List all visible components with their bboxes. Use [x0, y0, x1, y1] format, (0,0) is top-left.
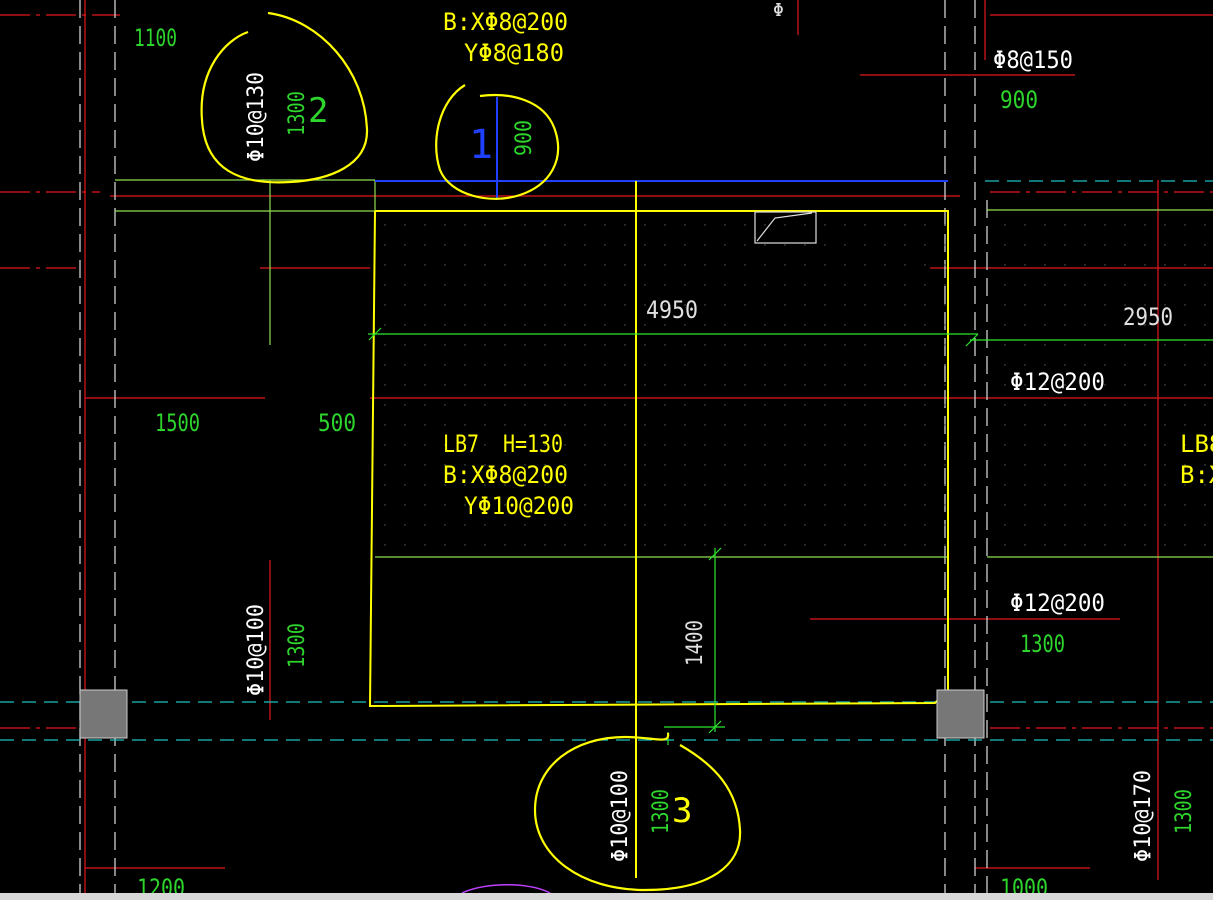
top-slab-b-y: YΦ8@180	[464, 39, 564, 67]
slab-hatch-main	[375, 212, 948, 557]
magenta-arc	[461, 884, 551, 894]
annotation-number-3: 3	[672, 791, 692, 831]
main-span-dim: 4950	[646, 296, 698, 324]
dim-label-1: 900	[512, 120, 537, 156]
main-slab-name: LB7 H=130	[443, 430, 563, 458]
right-lower-dim: 1300	[1172, 789, 1197, 834]
right-rebar-top: Φ12@200	[1010, 368, 1105, 396]
column-left	[79, 689, 128, 739]
main-vert-dim: 1400	[683, 620, 708, 666]
right-rebar-bottom: Φ12@200	[1010, 589, 1105, 617]
dim-500: 500	[318, 409, 356, 437]
status-bar	[0, 893, 1213, 900]
top-slab-b-x: B:XΦ8@200	[443, 8, 568, 36]
dim-1100: 1100	[134, 24, 177, 52]
left-mid-dim: 1300	[285, 623, 310, 668]
dim-label-2: 1300	[285, 91, 310, 136]
main-slab-b-y: YΦ10@200	[464, 492, 574, 520]
annotation-number-1: 1	[469, 122, 493, 168]
annotation-number-2: 2	[308, 91, 328, 131]
right-lower-rebar: Φ10@170	[1131, 770, 1156, 862]
main-slab-b-x: B:XΦ8@200	[443, 461, 568, 489]
rebar-label-3: Φ10@100	[608, 770, 633, 862]
right-slab-name: LB8	[1180, 430, 1213, 458]
left-mid-rebar: Φ10@100	[244, 604, 269, 696]
right-slab-b: B:X	[1180, 461, 1213, 489]
right-span-dim: 2950	[1123, 303, 1173, 331]
annotation-circle-3	[533, 732, 742, 892]
top-right-rebar: Φ8@150	[993, 46, 1073, 74]
dim-1500: 1500	[155, 409, 200, 437]
column-right	[936, 689, 985, 739]
right-dim-1300: 1300	[1020, 630, 1065, 658]
rebar-label-2: Φ10@130	[244, 72, 269, 162]
cad-drawing-canvas[interactable]: Φ B:XΦ8@200 YΦ8@180 Φ8@150 900 1100 Φ10@…	[0, 0, 1213, 900]
dim-label-3: 1300	[649, 789, 674, 834]
top-right-dim: 900	[1000, 86, 1038, 114]
blue-rebar-line	[375, 97, 948, 200]
symbol-top: Φ	[773, 0, 784, 21]
